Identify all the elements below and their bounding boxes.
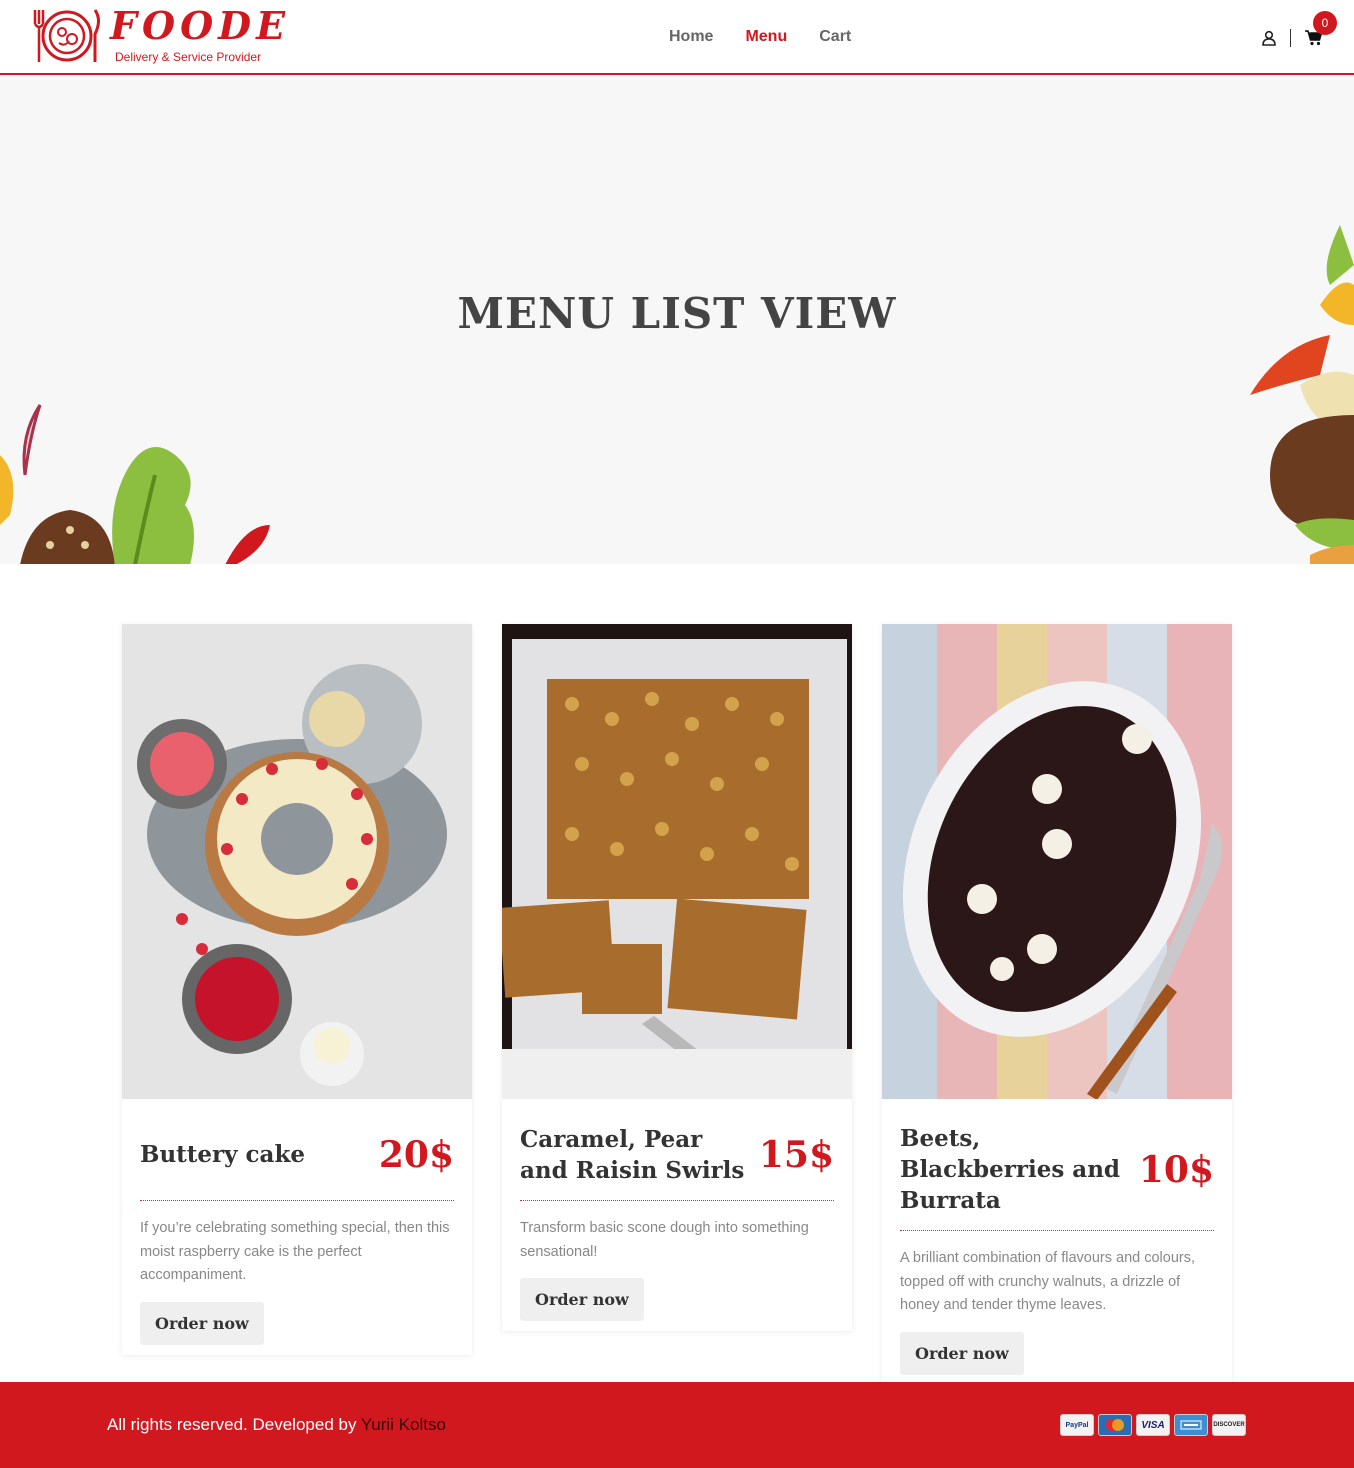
copyright-text: All rights reserved. Developed by Yurii … xyxy=(107,1414,446,1436)
menu-card: Buttery cake 20$ If you’re celebrating s… xyxy=(122,624,472,1355)
dish-image xyxy=(122,624,472,1099)
dish-price: 15$ xyxy=(758,1133,834,1176)
mastercard-icon xyxy=(1098,1414,1132,1436)
dish-description: Transform basic scone dough into somethi… xyxy=(520,1220,809,1260)
order-now-button[interactable]: Order now xyxy=(520,1278,644,1321)
visa-icon: VISA xyxy=(1136,1414,1170,1436)
dish-description: If you’re celebrating something special,… xyxy=(140,1220,450,1283)
cart-count-badge[interactable]: 0 xyxy=(1313,11,1337,35)
author-link[interactable]: Yurii Koltso xyxy=(361,1415,446,1434)
brand-name: FOODE xyxy=(110,3,291,48)
paypal-icon: PayPal xyxy=(1060,1414,1094,1436)
hero-banner: MENU LIST VIEW xyxy=(0,75,1354,564)
nav-menu[interactable]: Menu xyxy=(745,26,787,48)
dish-description: A brilliant combination of flavours and … xyxy=(900,1250,1195,1313)
dish-price: 10$ xyxy=(1138,1148,1214,1191)
card-header: Caramel, Pear and Raisin Swirls 15$ xyxy=(520,1123,834,1201)
card-body: Caramel, Pear and Raisin Swirls 15$ Tran… xyxy=(502,1099,852,1331)
header-divider xyxy=(1290,29,1291,47)
dish-price: 20$ xyxy=(378,1133,454,1176)
logo[interactable]: FOODE Delivery & Service Provider xyxy=(32,6,285,68)
menu-card: Caramel, Pear and Raisin Swirls 15$ Tran… xyxy=(502,624,852,1331)
discover-icon: DISCOVER xyxy=(1212,1414,1246,1436)
copyright-label: All rights reserved. Developed by xyxy=(107,1415,357,1434)
burger-decoration xyxy=(1250,225,1354,564)
dish-name: Buttery cake xyxy=(140,1141,306,1168)
nav-cart[interactable]: Cart xyxy=(819,26,851,48)
dish-name: Caramel, Pear and Raisin Swirls xyxy=(520,1125,745,1184)
card-body: Buttery cake 20$ If you’re celebrating s… xyxy=(122,1099,472,1355)
order-now-button[interactable]: Order now xyxy=(900,1331,1024,1375)
main-nav: Home Menu Cart xyxy=(669,26,851,48)
amex-icon xyxy=(1174,1414,1208,1436)
vegetables-decoration xyxy=(0,404,270,564)
order-now-button[interactable]: Order now xyxy=(140,1301,264,1345)
logo-plate-icon xyxy=(33,9,100,62)
card-body: Beets, Blackberries and Burrata 10$ A br… xyxy=(882,1099,1232,1385)
dish-name: Beets, Blackberries and Burrata xyxy=(900,1125,1121,1214)
site-header: FOODE Delivery & Service Provider Home M… xyxy=(0,0,1354,75)
payment-methods: PayPal VISA DISCOVER xyxy=(1060,1414,1246,1436)
dish-image xyxy=(882,624,1232,1099)
user-icon[interactable] xyxy=(1261,30,1277,46)
brand-tagline: Delivery & Service Provider xyxy=(115,50,262,64)
menu-card: Beets, Blackberries and Burrata 10$ A br… xyxy=(882,624,1232,1385)
dish-image xyxy=(502,624,852,1099)
card-header: Beets, Blackberries and Burrata 10$ xyxy=(900,1123,1214,1231)
site-footer: All rights reserved. Developed by Yurii … xyxy=(0,1382,1354,1468)
nav-home[interactable]: Home xyxy=(669,26,713,48)
page-title: MENU LIST VIEW xyxy=(457,289,897,338)
card-header: Buttery cake 20$ xyxy=(140,1123,454,1201)
